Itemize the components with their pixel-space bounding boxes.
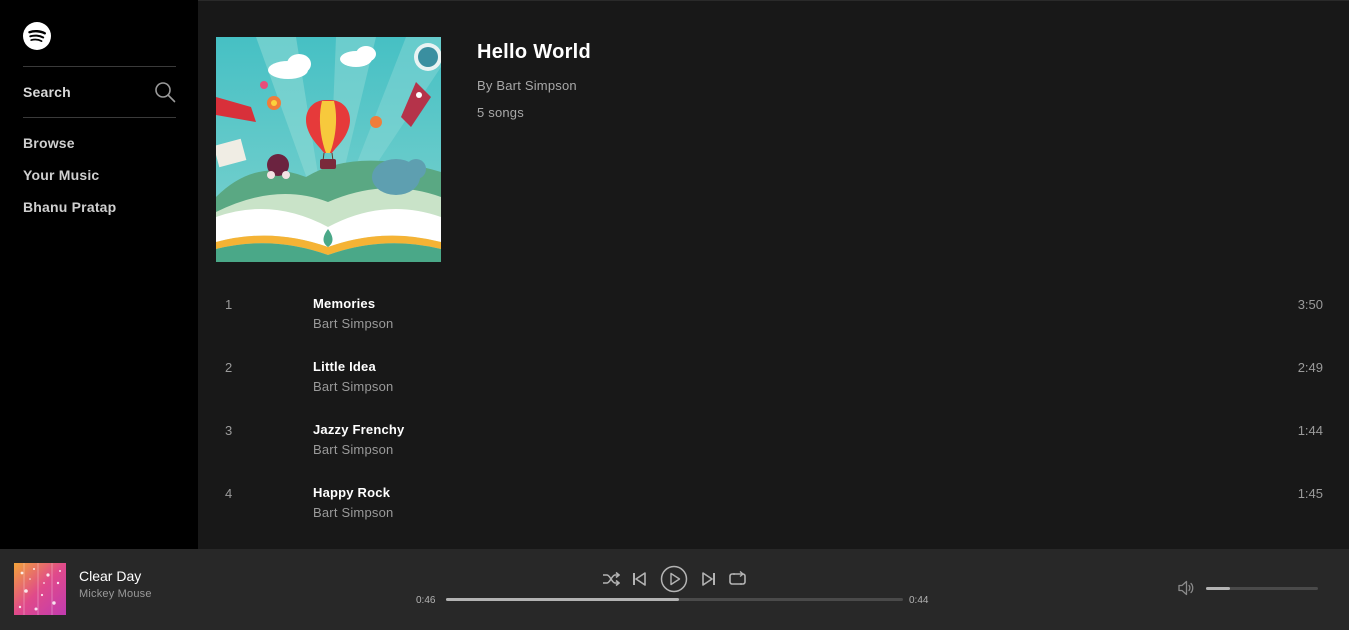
track-title[interactable]: Happy Rock (313, 485, 390, 500)
track-title[interactable]: Jazzy Frenchy (313, 422, 404, 437)
track-artist[interactable]: Bart Simpson (313, 379, 393, 394)
track-list: 1 Memories Bart Simpson 3:50 2 Little Id… (216, 291, 1326, 543)
track-artist[interactable]: Bart Simpson (313, 316, 393, 331)
play-icon[interactable] (660, 565, 688, 593)
playlist-owner: By Bart Simpson (477, 78, 577, 93)
track-title[interactable]: Little Idea (313, 359, 376, 374)
current-time: 0:46 (416, 595, 436, 606)
app-root: Search Browse Your Music Bhanu Pratap He… (0, 0, 1349, 630)
track-artist[interactable]: Bart Simpson (313, 505, 393, 520)
sidebar-item-profile[interactable]: Bhanu Pratap (23, 198, 176, 230)
track-duration: 2:49 (1297, 360, 1323, 375)
repeat-icon[interactable] (729, 571, 746, 587)
next-icon[interactable] (702, 572, 716, 586)
sidebar-nav: Browse Your Music Bhanu Pratap (23, 118, 176, 230)
sidebar-item-browse[interactable]: Browse (23, 134, 176, 166)
progress-bar[interactable] (446, 598, 903, 601)
playback-controls (600, 565, 750, 593)
volume-fill (1206, 587, 1230, 590)
track-number: 4 (225, 486, 233, 501)
previous-icon[interactable] (632, 572, 646, 586)
now-playing-title[interactable]: Clear Day (79, 568, 141, 584)
progress-fill (446, 598, 680, 601)
playlist-title: Hello World (477, 41, 592, 63)
sidebar-item-your-music[interactable]: Your Music (23, 166, 176, 198)
track-number: 1 (225, 297, 233, 312)
playlist-cover-image (216, 37, 441, 262)
player-bar: Clear Day Mickey Mouse 0:46 0:44 (0, 549, 1349, 630)
spotify-logo-icon[interactable] (23, 22, 51, 50)
table-row[interactable]: 4 Happy Rock Bart Simpson 1:45 (216, 480, 1326, 543)
sidebar: Search Browse Your Music Bhanu Pratap (0, 0, 198, 549)
now-playing-artist[interactable]: Mickey Mouse (79, 588, 152, 600)
table-row[interactable]: 3 Jazzy Frenchy Bart Simpson 1:44 (216, 417, 1326, 480)
track-duration: 1:44 (1297, 423, 1323, 438)
track-title[interactable]: Memories (313, 296, 375, 311)
playlist-song-count: 5 songs (477, 105, 524, 120)
now-playing-cover-image[interactable] (14, 563, 66, 615)
track-number: 2 (225, 360, 233, 375)
volume-icon[interactable] (1177, 579, 1195, 597)
search-label: Search (23, 84, 71, 100)
main-content: Hello World By Bart Simpson 5 songs 1 Me… (198, 0, 1349, 549)
table-row[interactable]: 2 Little Idea Bart Simpson 2:49 (216, 354, 1326, 417)
track-number: 3 (225, 423, 233, 438)
table-row[interactable]: 1 Memories Bart Simpson 3:50 (216, 291, 1326, 354)
track-artist[interactable]: Bart Simpson (313, 442, 393, 457)
volume-slider[interactable] (1206, 587, 1318, 590)
total-time: 0:44 (909, 595, 929, 606)
track-duration: 1:45 (1297, 486, 1323, 501)
shuffle-icon[interactable] (602, 571, 620, 587)
sidebar-search[interactable]: Search (23, 67, 176, 117)
track-duration: 3:50 (1297, 297, 1323, 312)
search-icon[interactable] (154, 81, 176, 103)
